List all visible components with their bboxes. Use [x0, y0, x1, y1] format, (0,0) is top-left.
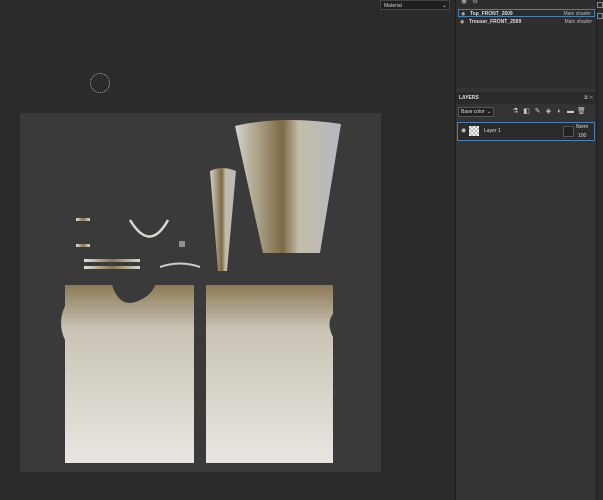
uv-island-collar [128, 219, 170, 238]
uv-island-front [61, 285, 194, 463]
maximize-icon[interactable]: ⧉ [584, 95, 588, 101]
settings-icon[interactable]: ⚙ [472, 0, 478, 5]
uv-island-small-3 [84, 259, 140, 262]
properties-tab-icon[interactable] [597, 13, 603, 19]
brush-cursor [90, 73, 110, 93]
material-dropdown[interactable]: Material ⌄ [380, 0, 450, 10]
right-panel: ◉ ⚙ ◉ Top_FRONT_2609 Main shader ◉ Trous… [455, 0, 597, 500]
texture-set-row[interactable]: ◉ Trouser_FRONT_2599 Main shader [458, 18, 595, 26]
channel-dropdown[interactable]: Base color ⌄ [458, 107, 494, 117]
smart-material-icon[interactable]: ◐ [555, 107, 564, 116]
layer-mask-thumbnail [563, 126, 574, 137]
uv-island-small-2 [76, 244, 90, 247]
layers-panel-header: LAYERS ⧉ ✕ [456, 92, 597, 104]
uv-islands [61, 119, 341, 463]
paint-layer-icon[interactable]: ✎ [533, 107, 542, 116]
visibility-eye-icon[interactable]: ◉ [461, 10, 465, 18]
texture-set-name: Top_FRONT_2609 [470, 11, 513, 17]
eye-icon[interactable]: ◉ [461, 0, 467, 5]
visibility-eye-icon[interactable]: ◉ [460, 18, 464, 26]
fill-layer-icon[interactable]: ◈ [544, 107, 553, 116]
uv-island-sleeve-large [235, 119, 341, 253]
layer-name: Layer 1 [484, 128, 501, 134]
chevron-down-icon: ⌄ [441, 3, 447, 9]
opacity-value[interactable]: 100 [578, 133, 586, 139]
layer-thumbnail [469, 126, 479, 136]
folder-icon[interactable]: ▬ [566, 107, 575, 116]
uv-island-small-1 [76, 218, 90, 221]
texture-set-shader: Main shader [563, 11, 591, 17]
layers-title: LAYERS [459, 95, 479, 101]
texture-set-list-tab-icon[interactable] [597, 2, 603, 8]
close-icon[interactable]: ✕ [589, 95, 593, 101]
uv-island-back [206, 285, 333, 463]
texture-set-row[interactable]: ◉ Top_FRONT_2609 Main shader [458, 9, 595, 17]
visibility-eye-icon[interactable]: ◉ [461, 127, 466, 134]
uv-island-square [179, 241, 185, 247]
texture-set-name: Trouser_FRONT_2599 [469, 19, 522, 25]
material-dropdown-label: Material [384, 3, 402, 9]
right-dock-bar [596, 0, 603, 500]
add-mask-icon[interactable]: ◧ [522, 107, 531, 116]
texture-set-shader: Main shader [564, 19, 592, 25]
blend-mode-select[interactable]: Norm [576, 124, 588, 130]
texture-set-list: ◉ ⚙ ◉ Top_FRONT_2609 Main shader ◉ Trous… [456, 0, 597, 88]
uv-island-small-4 [84, 266, 140, 269]
3d-viewport[interactable]: Material ⌄ [0, 0, 455, 500]
uv-island-cuff [210, 168, 236, 271]
uv-island-hem [159, 262, 201, 268]
add-effect-icon[interactable]: ⚗ [511, 107, 520, 116]
trash-icon[interactable]: 🗑 [577, 107, 586, 116]
channel-label: Base color [461, 109, 485, 115]
layer-row[interactable]: ◉ Layer 1 Norm 100 [457, 122, 595, 141]
chevron-down-icon: ⌄ [486, 109, 491, 115]
uv-canvas[interactable] [20, 113, 381, 472]
